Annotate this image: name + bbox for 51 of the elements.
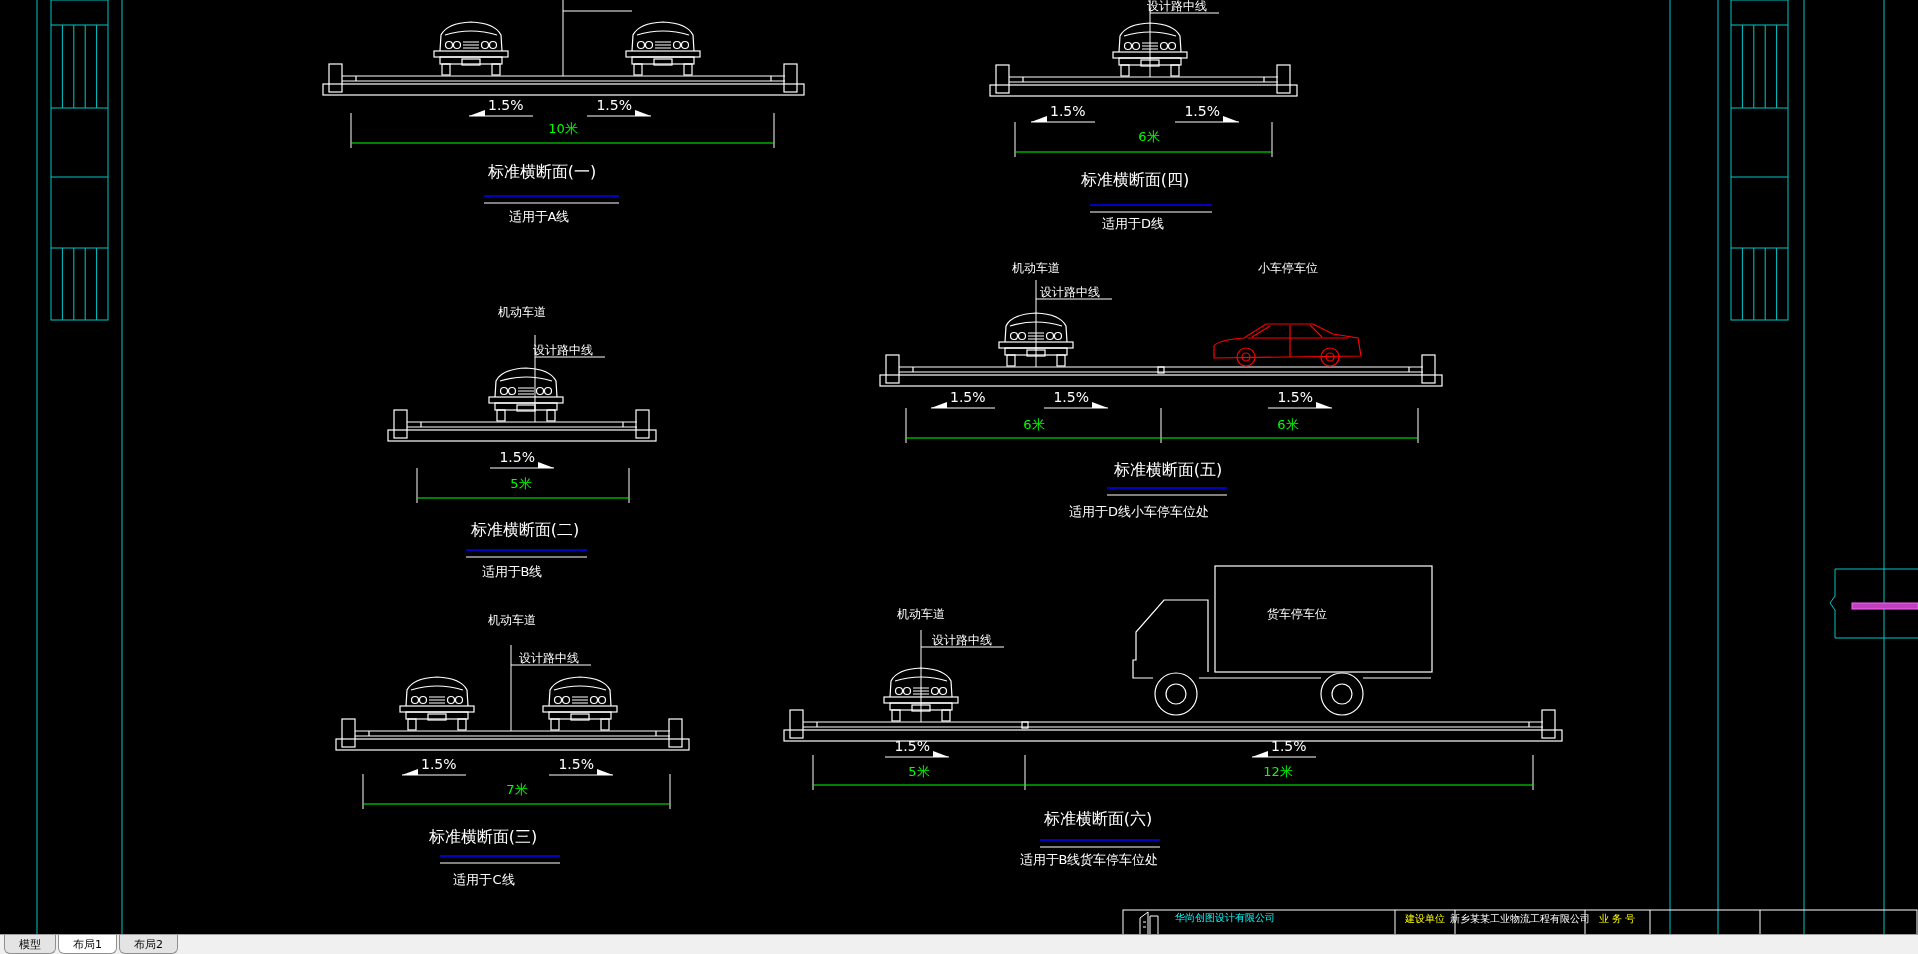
dimension-label: 12米	[1263, 764, 1293, 779]
number-label: 业 务 号	[1598, 913, 1636, 924]
lane-label: 机动车道	[897, 607, 945, 621]
lane-label: 货车停车位	[1267, 607, 1327, 621]
layout-tab[interactable]: 布局2	[119, 935, 178, 954]
dimension-label: 6米	[1138, 129, 1160, 144]
section-subtitle: 适用于D线小车停车位处	[1069, 504, 1209, 519]
slope-label: 1.5%	[1271, 738, 1307, 754]
slope-label: 1.5%	[1184, 103, 1220, 119]
slope-label: 1.5%	[421, 756, 457, 772]
dimension-label: 7米	[506, 782, 528, 797]
dimension-label: 5米	[908, 764, 930, 779]
lane-label: 小车停车位	[1258, 261, 1318, 275]
slope-label: 1.5%	[1050, 103, 1086, 119]
section-subtitle: 适用于B线货车停车位处	[1019, 852, 1159, 867]
slope-label: 1.5%	[1053, 389, 1089, 405]
slope-label: 1.5%	[499, 449, 535, 465]
dimension-label: 10米	[548, 121, 578, 136]
slope-label: 1.5%	[950, 389, 986, 405]
dimension-label: 5米	[510, 476, 532, 491]
section-title: 标准横断面(三)	[428, 827, 538, 846]
client-name: 新乡某某工业物流工程有限公司	[1450, 913, 1590, 924]
dimension-label: 6米	[1023, 417, 1045, 432]
lane-label: 机动车道	[488, 613, 536, 627]
slope-label: 1.5%	[894, 738, 930, 754]
centerline-label: 设计路中线	[932, 633, 992, 647]
lane-label: 机动车道	[498, 305, 546, 319]
layout-tab[interactable]: 模型	[4, 935, 56, 954]
section-subtitle: 适用于A线	[508, 209, 570, 224]
client-label: 建设单位	[1405, 913, 1445, 924]
centerline-label: 设计路中线	[1147, 0, 1207, 13]
building-icon	[1139, 911, 1159, 934]
section-title: 标准横断面(一)	[487, 162, 597, 181]
section-title: 标准横断面(六)	[1043, 809, 1153, 828]
centerline-label: 设计路中线	[519, 651, 579, 665]
section-title: 标准横断面(二)	[470, 520, 580, 539]
section-subtitle: 适用于B线	[481, 564, 543, 579]
slope-label: 1.5%	[596, 97, 632, 113]
section-title: 标准横断面(五)	[1113, 460, 1223, 479]
slope-label: 1.5%	[558, 756, 594, 772]
section-title: 标准横断面(四)	[1080, 170, 1190, 189]
slope-label: 1.5%	[488, 97, 524, 113]
section-subtitle: 适用于D线	[1102, 216, 1164, 231]
slope-label: 1.5%	[1277, 389, 1313, 405]
section-subtitle: 适用于C线	[453, 872, 515, 887]
dimension-label: 6米	[1277, 417, 1299, 432]
lane-label: 机动车道	[1012, 261, 1060, 275]
layout-tab[interactable]: 布局1	[58, 935, 117, 954]
company-name: 华尚创图设计有限公司	[1175, 912, 1275, 923]
centerline-label: 设计路中线	[533, 343, 593, 357]
centerline-label: 设计路中线	[1040, 285, 1100, 299]
